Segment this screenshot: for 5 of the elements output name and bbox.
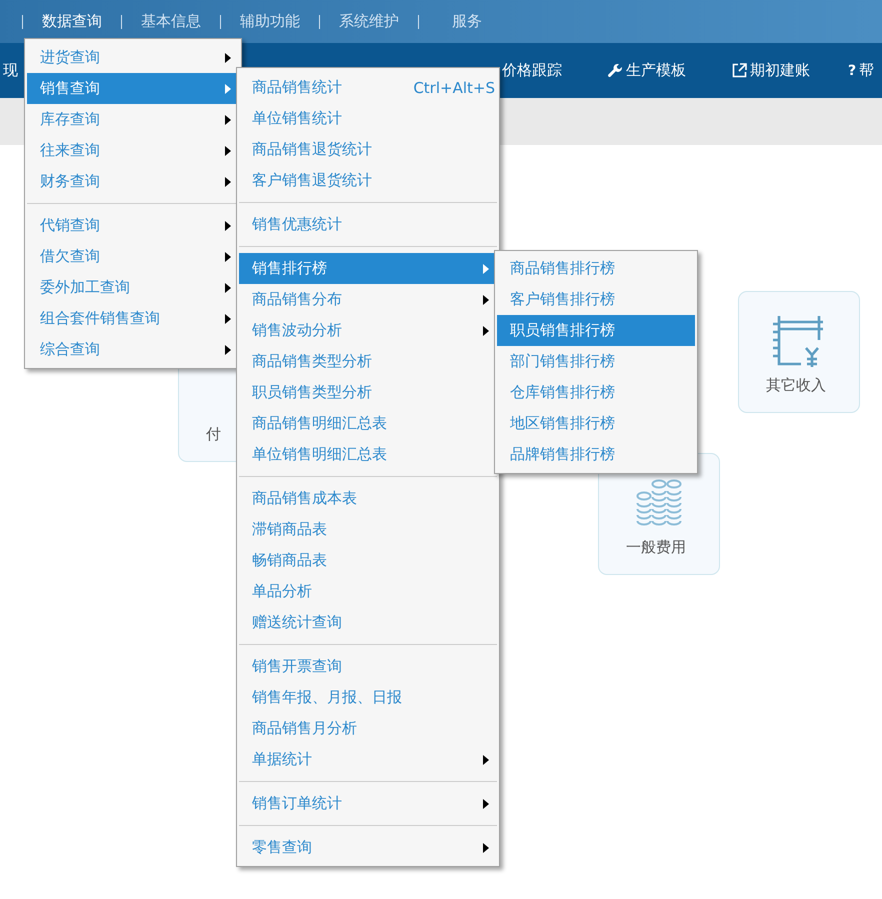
- shortcut-text: Ctrl+Alt+S: [413, 78, 495, 96]
- card-label: 一般费用: [625, 538, 686, 557]
- card-label: 其它收入: [765, 376, 826, 395]
- card-label: 付: [205, 425, 221, 444]
- help-icon: ?: [848, 62, 856, 78]
